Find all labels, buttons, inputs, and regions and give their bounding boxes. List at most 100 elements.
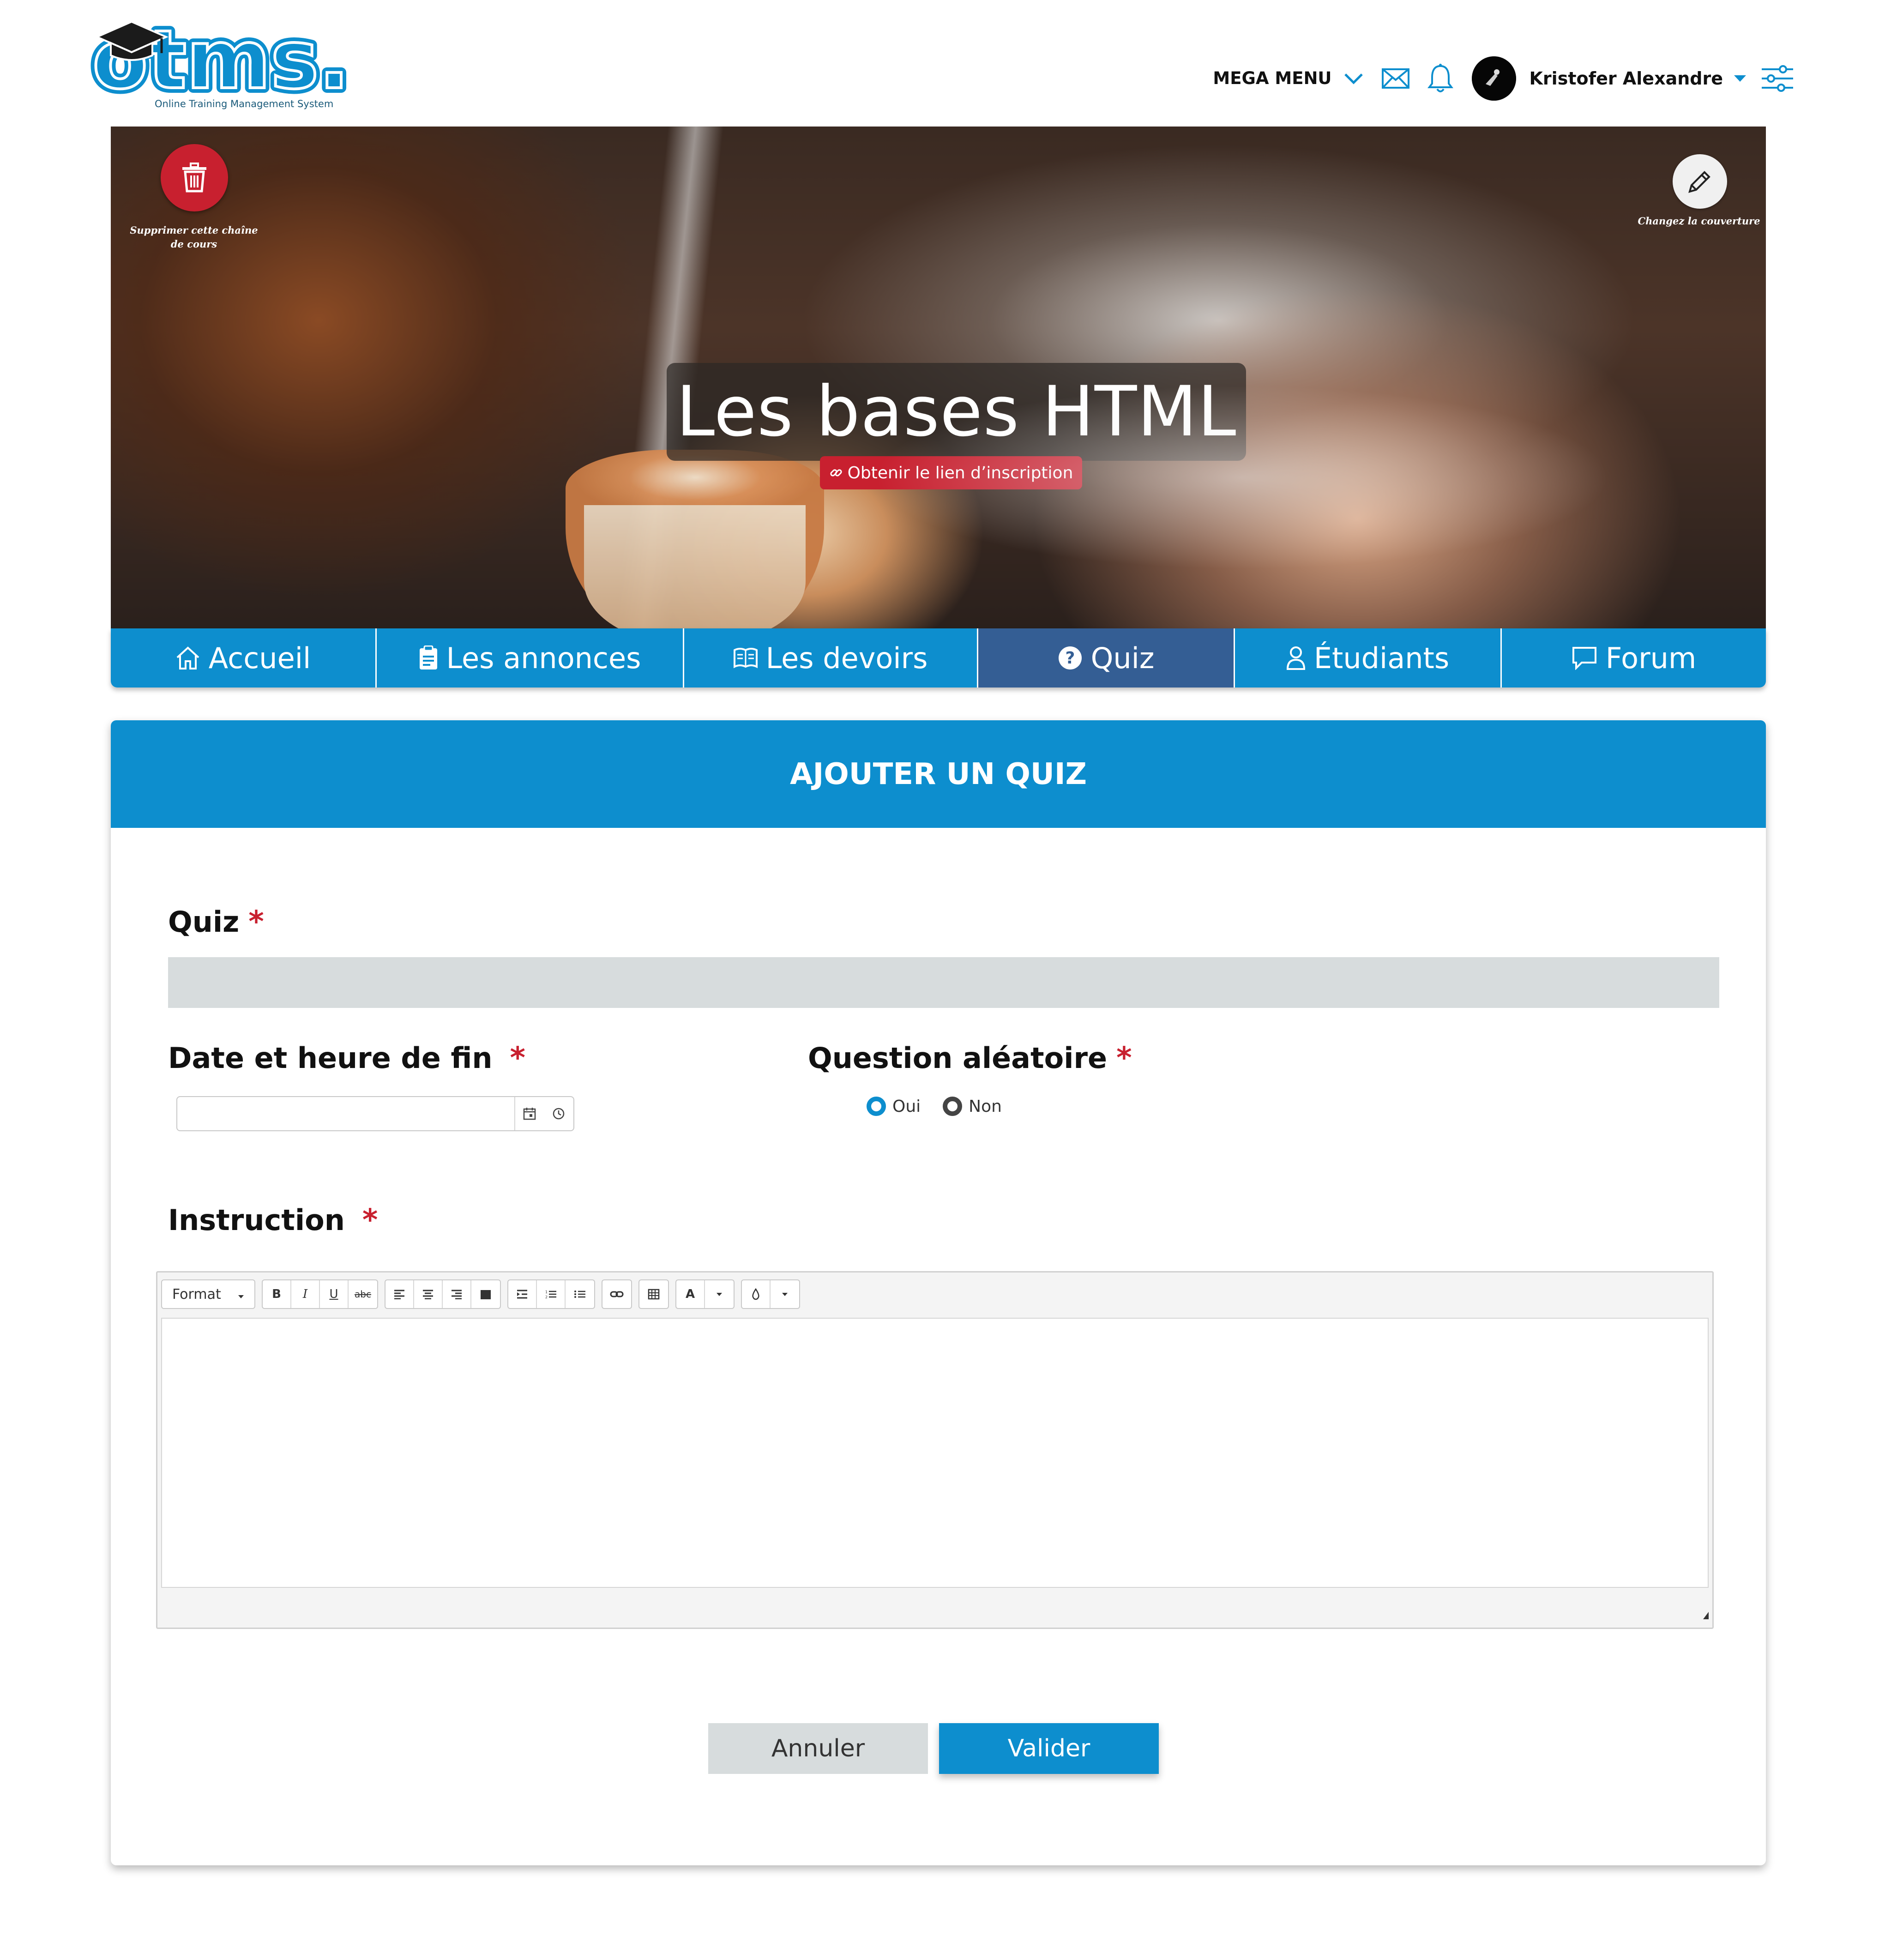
course-title-box: Les bases HTML bbox=[667, 363, 1246, 461]
tab-label: Étudiants bbox=[1313, 641, 1450, 675]
link-group bbox=[602, 1279, 632, 1309]
course-title: Les bases HTML bbox=[676, 372, 1237, 452]
align-right-icon[interactable] bbox=[443, 1280, 471, 1308]
pencil-icon bbox=[1686, 168, 1714, 195]
format-label: Format bbox=[172, 1286, 221, 1303]
align-group bbox=[385, 1279, 501, 1309]
required-mark: * bbox=[1116, 1041, 1132, 1075]
end-date-label-text: Date et heure de fin bbox=[168, 1041, 493, 1075]
radio-oui-label[interactable]: Oui bbox=[892, 1097, 921, 1116]
indent-icon[interactable] bbox=[508, 1280, 537, 1308]
end-date-label: Date et heure de fin * bbox=[168, 1041, 525, 1075]
quiz-name-input[interactable] bbox=[168, 957, 1719, 1008]
editor-toolbar: Format B I U abc 12 A bbox=[161, 1279, 807, 1309]
radio-oui[interactable] bbox=[867, 1097, 886, 1116]
add-quiz-card: AJOUTER UN QUIZ Quiz * Date et heure de f… bbox=[111, 720, 1766, 1865]
end-date-input[interactable] bbox=[177, 1097, 514, 1130]
list-group: 12 bbox=[507, 1279, 595, 1309]
random-question-label-text: Question aléatoire bbox=[808, 1041, 1108, 1075]
mega-menu-button[interactable]: MEGA MENU bbox=[1213, 68, 1331, 88]
numbered-list-icon[interactable]: 12 bbox=[537, 1280, 566, 1308]
tab-label: Quiz bbox=[1090, 641, 1155, 675]
strikethrough-button[interactable]: abc bbox=[349, 1280, 377, 1308]
required-mark: * bbox=[362, 1203, 378, 1237]
required-mark: * bbox=[510, 1041, 525, 1075]
svg-text:2: 2 bbox=[545, 1295, 548, 1299]
align-left-icon[interactable] bbox=[385, 1280, 414, 1308]
format-dropdown[interactable]: Format bbox=[162, 1280, 254, 1308]
chevron-down-icon[interactable] bbox=[1343, 72, 1364, 85]
clock-icon[interactable] bbox=[544, 1097, 573, 1130]
drop-icon[interactable] bbox=[742, 1280, 771, 1308]
cancel-button[interactable]: Annuler bbox=[708, 1723, 928, 1774]
svg-text:1: 1 bbox=[545, 1290, 548, 1294]
avatar[interactable] bbox=[1472, 56, 1517, 101]
end-date-field bbox=[176, 1096, 574, 1131]
instruction-label: Instruction * bbox=[168, 1203, 378, 1237]
caret-down-icon[interactable] bbox=[705, 1280, 734, 1308]
table-icon[interactable] bbox=[639, 1280, 668, 1308]
tab-label: Les annonces bbox=[446, 641, 641, 675]
align-justify-icon[interactable] bbox=[471, 1280, 500, 1308]
tab-label: Accueil bbox=[208, 641, 311, 675]
bullet-list-icon[interactable] bbox=[566, 1280, 594, 1308]
user-name[interactable]: Kristofer Alexandre bbox=[1529, 68, 1723, 89]
delete-course-button[interactable] bbox=[161, 144, 228, 211]
mail-icon[interactable] bbox=[1381, 68, 1410, 89]
book-icon bbox=[733, 647, 758, 669]
bg-color-group bbox=[741, 1279, 800, 1309]
text-style-group: B I U abc bbox=[262, 1279, 378, 1309]
otms-logo[interactable]: otms. otms. Online Training Management S… bbox=[88, 12, 346, 118]
otms-logo-mark: otms. otms. bbox=[88, 12, 346, 99]
change-cover-button[interactable] bbox=[1673, 154, 1727, 209]
calendar-icon[interactable] bbox=[514, 1097, 544, 1130]
link-icon bbox=[829, 466, 843, 480]
instruction-editor-area[interactable] bbox=[161, 1318, 1709, 1588]
random-question-radio-group: Oui Non bbox=[867, 1097, 1024, 1116]
caret-down-icon[interactable] bbox=[1733, 74, 1747, 83]
submit-button[interactable]: Valider bbox=[939, 1723, 1159, 1774]
format-group: Format bbox=[161, 1279, 255, 1309]
tab-forum[interactable]: Forum bbox=[1502, 628, 1766, 688]
resize-handle[interactable] bbox=[1703, 1612, 1709, 1619]
home-icon bbox=[175, 645, 200, 670]
tab-label: Forum bbox=[1605, 641, 1697, 675]
card-header: AJOUTER UN QUIZ bbox=[111, 720, 1766, 828]
invite-link-button[interactable]: Obtenir le lien d’inscription bbox=[820, 456, 1082, 489]
card-title: AJOUTER UN QUIZ bbox=[789, 757, 1087, 791]
top-navigation: MEGA MENU Kristofer Alexandre bbox=[1213, 52, 1794, 105]
tab-label: Les devoirs bbox=[765, 641, 928, 675]
text-color-button[interactable]: A bbox=[676, 1280, 705, 1308]
italic-button[interactable]: I bbox=[291, 1280, 320, 1308]
tab-etudiants[interactable]: Étudiants bbox=[1235, 628, 1502, 688]
tab-quiz[interactable]: ? Quiz bbox=[978, 628, 1235, 688]
radio-non[interactable] bbox=[943, 1097, 963, 1116]
question-icon: ? bbox=[1058, 645, 1083, 670]
tab-accueil[interactable]: Accueil bbox=[111, 628, 377, 688]
rich-text-editor: Format B I U abc 12 A bbox=[156, 1271, 1714, 1629]
invite-link-label: Obtenir le lien d’inscription bbox=[847, 463, 1073, 482]
link-icon[interactable] bbox=[602, 1280, 631, 1308]
tab-annonces[interactable]: Les annonces bbox=[377, 628, 684, 688]
quiz-label: Quiz * bbox=[168, 905, 264, 939]
delete-course-caption: Supprimer cette chaîne de cours bbox=[130, 224, 258, 250]
radio-non-label[interactable]: Non bbox=[969, 1097, 1002, 1116]
underline-button[interactable]: U bbox=[320, 1280, 349, 1308]
trash-icon bbox=[181, 163, 208, 193]
instruction-label-text: Instruction bbox=[168, 1203, 345, 1237]
chat-icon bbox=[1572, 646, 1597, 670]
tab-devoirs[interactable]: Les devoirs bbox=[684, 628, 978, 688]
random-question-label: Question aléatoire * bbox=[808, 1041, 1132, 1075]
svg-text:?: ? bbox=[1065, 649, 1075, 668]
change-cover-caption: Changez la couverture bbox=[1638, 215, 1760, 227]
caret-down-icon[interactable] bbox=[771, 1280, 799, 1308]
bold-button[interactable]: B bbox=[263, 1280, 291, 1308]
align-center-icon[interactable] bbox=[414, 1280, 443, 1308]
logo-subtitle: Online Training Management System bbox=[155, 98, 334, 109]
table-group bbox=[638, 1279, 669, 1309]
bell-icon[interactable] bbox=[1427, 63, 1454, 94]
clipboard-icon bbox=[419, 645, 438, 670]
course-cover-banner: Supprimer cette chaîne de cours Changez … bbox=[111, 127, 1766, 630]
text-color-group: A bbox=[675, 1279, 735, 1309]
sliders-icon[interactable] bbox=[1761, 65, 1794, 92]
